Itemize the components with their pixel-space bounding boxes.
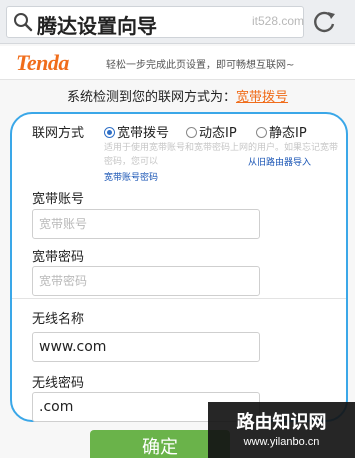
watermark-overlay: 路由知识网 www.yilanbo.cn	[208, 402, 355, 458]
radio-empty-icon	[186, 127, 197, 138]
browser-bar: 腾达设置向导 it528.com	[0, 0, 355, 44]
brand-header: Tenda 轻松一步完成此页设置，即可畅想互联网~	[0, 46, 355, 80]
search-icon	[14, 13, 33, 32]
radio-empty-icon	[256, 127, 267, 138]
slogan: 轻松一步完成此页设置，即可畅想互联网~	[106, 60, 295, 71]
import-link[interactable]: 从旧路由器导入	[248, 155, 311, 168]
radio-selected-icon	[104, 127, 115, 138]
account-input[interactable]: 宽带账号	[32, 209, 260, 239]
address-text: 腾达设置向导	[37, 14, 157, 38]
tenda-logo: Tenda	[16, 50, 69, 75]
watermark-url: www.yilanbo.cn	[243, 436, 320, 448]
watermark-title: 路由知识网	[236, 412, 327, 433]
password-label: 宽带密码	[32, 250, 85, 265]
radio-pppoe[interactable]: 宽带拨号	[104, 122, 169, 141]
connection-type-label: 联网方式	[32, 126, 85, 141]
ssid-input[interactable]: www.com	[32, 332, 260, 362]
import-link-2[interactable]: 宽带账号密码	[104, 170, 158, 183]
radio-dhcp[interactable]: 动态IP	[186, 122, 237, 141]
reload-icon[interactable]	[310, 8, 338, 36]
site-watermark: it528.com	[252, 14, 305, 28]
setup-form: 联网方式 宽带拨号 动态IP 静态IP 适用于使用宽带账号和宽带密码上网的用户。…	[10, 112, 348, 422]
detect-value[interactable]: 宽带拨号	[236, 90, 288, 105]
detected-connection: 系统检测到您的联网方式为：宽带拨号	[0, 86, 355, 105]
divider	[12, 298, 346, 299]
ssid-label: 无线名称	[32, 312, 85, 327]
account-label: 宽带账号	[32, 192, 85, 207]
detect-text: 系统检测到您的联网方式为：	[66, 90, 236, 105]
wifi-password-label: 无线密码	[32, 376, 85, 391]
password-input[interactable]: 宽带密码	[32, 266, 260, 296]
radio-static[interactable]: 静态IP	[256, 122, 307, 141]
